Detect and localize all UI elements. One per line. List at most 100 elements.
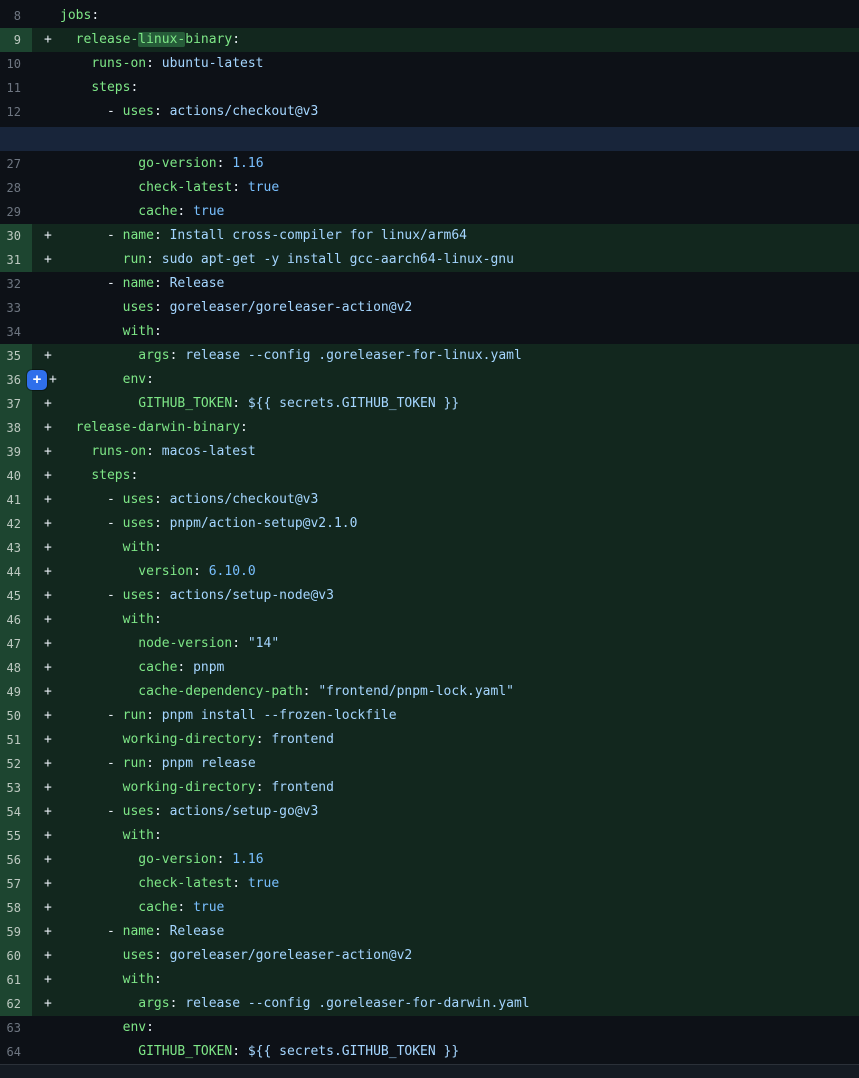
code-token: binary bbox=[185, 32, 232, 47]
code-token: pnpm bbox=[193, 660, 224, 675]
code-line: check-latest: true bbox=[60, 176, 859, 200]
line-number[interactable]: 33 bbox=[0, 296, 32, 320]
line-number[interactable]: 64 bbox=[0, 1040, 32, 1064]
diff-row: 54+ - uses: actions/setup-go@v3 bbox=[0, 800, 859, 824]
diff-marker: + bbox=[32, 632, 60, 656]
add-comment-button[interactable]: + bbox=[27, 370, 47, 390]
line-number[interactable]: 11 bbox=[0, 76, 32, 100]
code-token: true bbox=[193, 204, 224, 219]
diff-rows: 8jobs:9+ release-linux-binary:10 runs-on… bbox=[0, 4, 859, 1064]
line-number[interactable]: 38 bbox=[0, 416, 32, 440]
line-number[interactable]: 44 bbox=[0, 560, 32, 584]
code-token bbox=[60, 156, 138, 171]
line-number[interactable]: 35 bbox=[0, 344, 32, 368]
line-number[interactable]: 9 bbox=[0, 28, 32, 52]
line-number[interactable]: 40 bbox=[0, 464, 32, 488]
code-line: GITHUB_TOKEN: ${{ secrets.GITHUB_TOKEN }… bbox=[60, 1040, 859, 1064]
line-number[interactable]: 48 bbox=[0, 656, 32, 680]
line-number[interactable]: 50 bbox=[0, 704, 32, 728]
line-number[interactable]: 39 bbox=[0, 440, 32, 464]
code-line: with: bbox=[60, 536, 859, 560]
diff-marker: + bbox=[32, 848, 60, 872]
line-number[interactable]: 55 bbox=[0, 824, 32, 848]
line-number[interactable]: 49 bbox=[0, 680, 32, 704]
diff-row: 12 - uses: actions/checkout@v3 bbox=[0, 100, 859, 124]
code-token: : bbox=[146, 252, 162, 267]
code-token: cache bbox=[138, 900, 177, 915]
diff-row: 50+ - run: pnpm install --frozen-lockfil… bbox=[0, 704, 859, 728]
collapsed-hunk-bar[interactable] bbox=[0, 127, 859, 151]
code-token: : bbox=[146, 56, 162, 71]
diff-row: 56+ go-version: 1.16 bbox=[0, 848, 859, 872]
line-number[interactable]: 62 bbox=[0, 992, 32, 1016]
diff-marker: + bbox=[32, 968, 60, 992]
code-line: runs-on: macos-latest bbox=[60, 440, 859, 464]
line-number[interactable]: 10 bbox=[0, 52, 32, 76]
diff-marker: + bbox=[32, 656, 60, 680]
code-token: release --config .goreleaser-for-linux.y… bbox=[185, 348, 522, 363]
code-token bbox=[60, 564, 138, 579]
line-number[interactable]: 43 bbox=[0, 536, 32, 560]
line-number[interactable]: 29 bbox=[0, 200, 32, 224]
line-number[interactable]: 34 bbox=[0, 320, 32, 344]
line-number[interactable]: 59 bbox=[0, 920, 32, 944]
line-number[interactable]: 30 bbox=[0, 224, 32, 248]
code-line: steps: bbox=[60, 76, 859, 100]
code-token bbox=[60, 468, 91, 483]
code-token: : bbox=[146, 708, 162, 723]
line-number[interactable]: 31 bbox=[0, 248, 32, 272]
line-number[interactable]: 47 bbox=[0, 632, 32, 656]
line-number[interactable]: 57 bbox=[0, 872, 32, 896]
code-token: : bbox=[154, 828, 162, 843]
diff-marker: + bbox=[32, 464, 60, 488]
line-number[interactable]: 56 bbox=[0, 848, 32, 872]
line-number[interactable]: 8 bbox=[0, 4, 32, 28]
code-token bbox=[60, 972, 123, 987]
code-token: : bbox=[170, 996, 186, 1011]
code-token: : bbox=[232, 876, 248, 891]
code-token: : bbox=[146, 1020, 154, 1035]
diff-marker: + bbox=[32, 680, 60, 704]
line-number[interactable]: 27 bbox=[0, 152, 32, 176]
code-token: : bbox=[130, 80, 138, 95]
code-token bbox=[60, 612, 123, 627]
code-token bbox=[60, 1020, 123, 1035]
diff-marker: + bbox=[32, 440, 60, 464]
line-number[interactable]: 58 bbox=[0, 896, 32, 920]
line-number[interactable]: 46 bbox=[0, 608, 32, 632]
line-number[interactable]: 61 bbox=[0, 968, 32, 992]
line-number[interactable]: 12 bbox=[0, 100, 32, 124]
code-token: "frontend/pnpm-lock.yaml" bbox=[318, 684, 514, 699]
line-number[interactable]: 54 bbox=[0, 800, 32, 824]
code-token: actions/setup-go@v3 bbox=[170, 804, 319, 819]
code-token: with bbox=[123, 612, 154, 627]
diff-row: 51+ working-directory: frontend bbox=[0, 728, 859, 752]
code-token: : bbox=[193, 564, 209, 579]
line-number[interactable]: 53 bbox=[0, 776, 32, 800]
line-number[interactable]: 42 bbox=[0, 512, 32, 536]
code-token: Install cross-compiler for linux/arm64 bbox=[170, 228, 467, 243]
line-number[interactable]: 28 bbox=[0, 176, 32, 200]
line-number[interactable]: 32 bbox=[0, 272, 32, 296]
line-number[interactable]: 37 bbox=[0, 392, 32, 416]
line-number[interactable]: 52 bbox=[0, 752, 32, 776]
line-number[interactable]: 63 bbox=[0, 1016, 32, 1040]
diff-marker: + bbox=[32, 896, 60, 920]
code-token: pnpm/action-setup@v2.1.0 bbox=[170, 516, 358, 531]
code-token: : bbox=[232, 1044, 248, 1059]
diff-row: 55+ with: bbox=[0, 824, 859, 848]
code-token: : bbox=[154, 588, 170, 603]
code-token: goreleaser/goreleaser-action@v2 bbox=[170, 300, 413, 315]
code-token: 1.16 bbox=[232, 156, 263, 171]
expand-hidden-lines-row[interactable] bbox=[0, 124, 859, 152]
diff-row: 41+ - uses: actions/checkout@v3 bbox=[0, 488, 859, 512]
line-number[interactable]: 51 bbox=[0, 728, 32, 752]
code-token: uses bbox=[123, 300, 154, 315]
code-token bbox=[60, 684, 138, 699]
line-number[interactable]: 41 bbox=[0, 488, 32, 512]
line-number[interactable]: 45 bbox=[0, 584, 32, 608]
code-token: : bbox=[91, 8, 99, 23]
code-token bbox=[60, 660, 138, 675]
code-token bbox=[60, 900, 138, 915]
line-number[interactable]: 60 bbox=[0, 944, 32, 968]
